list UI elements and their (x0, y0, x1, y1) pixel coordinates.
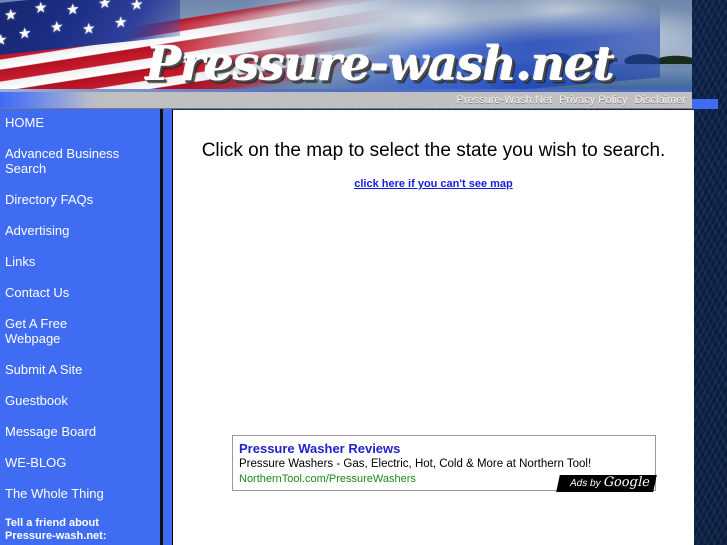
utility-bar: Pressure-Wash.Net Privacy Policy Disclai… (0, 92, 692, 109)
ads-badge-prefix: Ads by (569, 478, 605, 489)
sidebar-gutter (163, 109, 172, 545)
flag-star-icon: ★ (98, 0, 112, 13)
sidebar-item-get-a-free-webpage[interactable]: Get A Free Webpage (0, 316, 160, 346)
sidebar-navigation: HOME Advanced Business Search Directory … (0, 109, 160, 545)
sidebar-item-advertising[interactable]: Advertising (0, 223, 160, 238)
flag-star-icon: ★ (4, 6, 18, 25)
sidebar-item-submit-a-site[interactable]: Submit A Site (0, 362, 160, 377)
flag-star-icon: ★ (50, 18, 64, 37)
google-ad-block: Pressure Washer Reviews Pressure Washers… (232, 435, 657, 492)
ads-by-google-badge[interactable]: Ads by Google (556, 475, 657, 492)
flag-star-icon: ★ (82, 19, 96, 39)
sidebar-item-advanced-business-search[interactable]: Advanced Business Search (0, 146, 160, 176)
page-title: Click on the map to select the state you… (201, 140, 666, 161)
flag-star-icon: ★ (130, 0, 144, 15)
ad-description: Pressure Washers - Gas, Electric, Hot, C… (239, 458, 592, 470)
sidebar-item-contact-us[interactable]: Contact Us (0, 285, 160, 300)
ad-title-link[interactable]: Pressure Washer Reviews (239, 441, 649, 457)
utility-bar-links: Pressure-Wash.Net Privacy Policy Disclai… (453, 93, 687, 107)
sidebar-item-home[interactable]: HOME (0, 115, 160, 130)
privacy-policy-link[interactable]: Privacy Policy (559, 94, 627, 106)
sidebar-item-guestbook[interactable]: Guestbook (0, 393, 160, 408)
flag-star-icon: ★ (114, 13, 128, 32)
flag-star-icon: ★ (34, 0, 48, 18)
flag-star-icon: ★ (66, 0, 80, 19)
sidebar-item-message-board[interactable]: Message Board (0, 424, 160, 439)
main-content: Click on the map to select the state you… (172, 110, 694, 545)
tell-a-friend-label: Tell a friend about Pressure-wash.net: (5, 517, 107, 542)
flag-star-icon: ★ (18, 24, 32, 44)
disclaimer-link[interactable]: Disclaimer (635, 94, 686, 106)
ads-badge-brand: Google (602, 475, 652, 490)
map-fallback-link[interactable]: click here if you can't see map (173, 178, 694, 190)
sidebar-item-the-whole-thing[interactable]: The Whole Thing (0, 486, 160, 501)
sidebar-item-directory-faqs[interactable]: Directory FAQs (0, 192, 160, 207)
site-banner[interactable]: ★ ★ ★ ★ ★ ★ ★ ★ ★ ★ Pressure-wash.net (0, 0, 692, 92)
home-link[interactable]: Pressure-Wash.Net (457, 94, 553, 106)
sidebar-item-links[interactable]: Links (0, 254, 160, 269)
page-background: ★ ★ ★ ★ ★ ★ ★ ★ ★ ★ Pressure-wash.net Pr… (0, 0, 727, 545)
sidebar-item-we-blog[interactable]: WE-BLOG (0, 455, 160, 470)
banner-right-gutter (692, 99, 718, 109)
utility-bar-gradient (0, 92, 110, 108)
flag-star-icon: ★ (0, 31, 8, 50)
